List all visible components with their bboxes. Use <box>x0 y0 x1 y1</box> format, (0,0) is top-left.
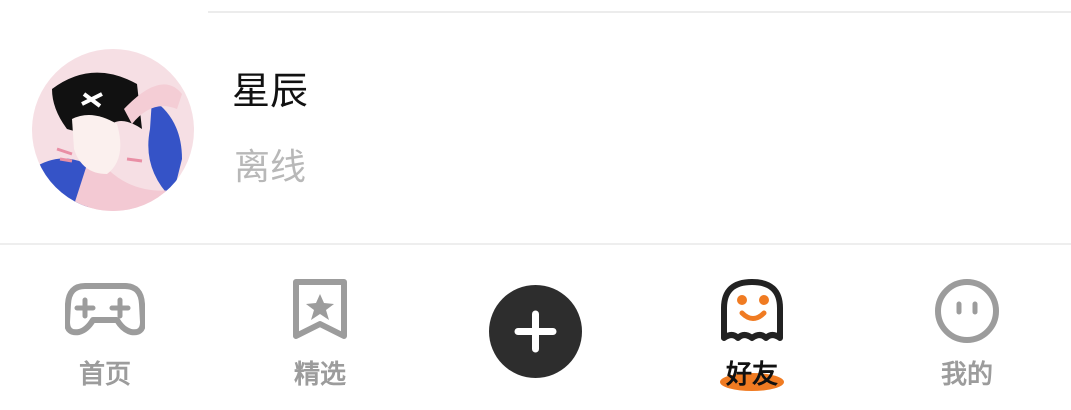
bottom-tabbar: 首页 精选 好友 我的 <box>0 245 1071 410</box>
friend-status: 离线 <box>234 147 307 188</box>
friend-name: 星辰 <box>232 69 309 113</box>
avatar[interactable] <box>32 49 194 211</box>
friend-list-item[interactable]: 星辰 离线 <box>0 13 1071 243</box>
gamepad-icon <box>64 278 146 342</box>
tab-featured[interactable]: 精选 <box>230 245 410 410</box>
bookmark-star-icon <box>290 278 350 346</box>
tab-friends-label: 好友 <box>725 360 778 390</box>
tab-home-label: 首页 <box>78 360 131 390</box>
ghost-icon <box>720 278 784 348</box>
add-button[interactable] <box>489 285 582 378</box>
tab-me[interactable]: 我的 <box>877 245 1057 410</box>
plus-icon <box>514 310 557 353</box>
tab-featured-label: 精选 <box>293 360 346 390</box>
tab-me-label: 我的 <box>940 360 993 390</box>
face-icon <box>934 278 1000 348</box>
tab-home[interactable]: 首页 <box>15 245 195 410</box>
tab-friends[interactable]: 好友 <box>662 245 842 410</box>
